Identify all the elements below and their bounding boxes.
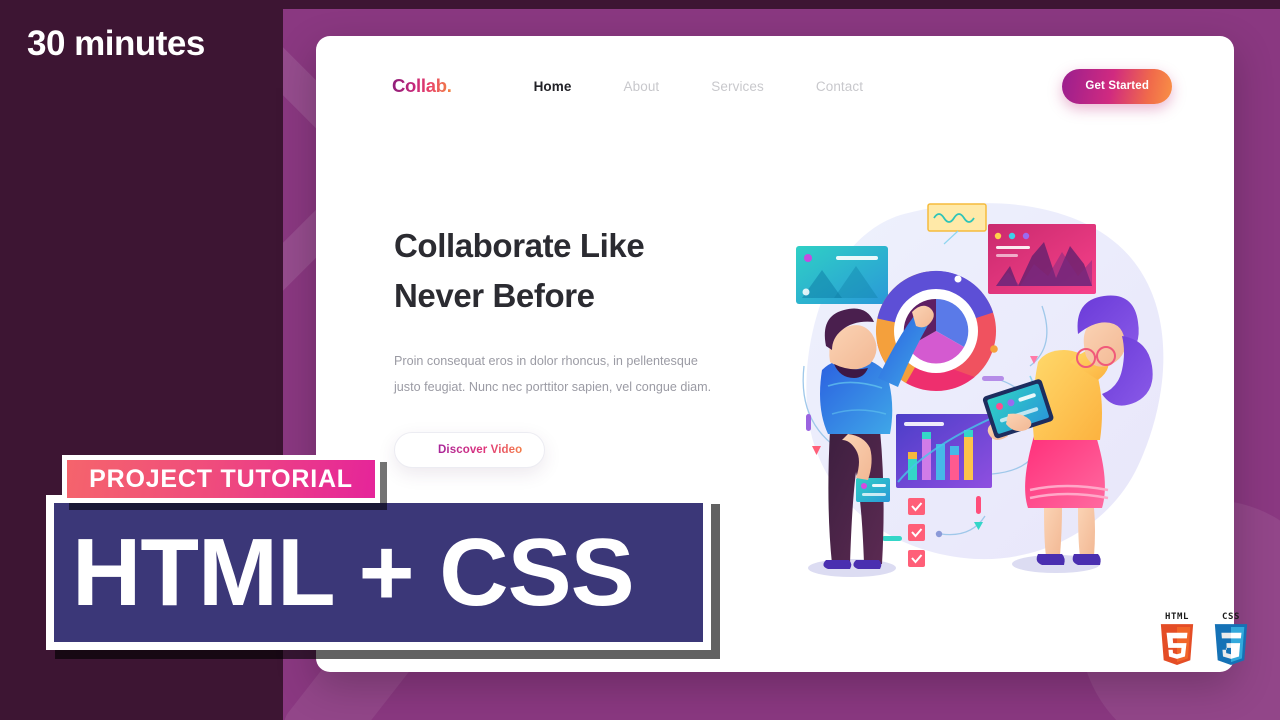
nav-link-services[interactable]: Services: [685, 79, 790, 94]
teal-dashboard-panel: [796, 246, 888, 304]
duration-badge-label: 30 minutes: [27, 24, 205, 63]
nav-link-home[interactable]: Home: [508, 79, 598, 94]
hero-text-block: Collaborate Like Never Before Proin cons…: [394, 221, 744, 468]
css3-shield-icon: [1214, 624, 1248, 665]
nav-link-about[interactable]: About: [598, 79, 686, 94]
checklist: [908, 498, 925, 567]
css3-logo: CSS: [1212, 612, 1250, 668]
play-icon: [411, 441, 428, 458]
squiggle-card: [927, 203, 987, 232]
discover-video-button[interactable]: Discover Video: [394, 431, 546, 468]
html5-shield-icon: [1160, 624, 1194, 665]
get-started-button[interactable]: Get Started: [1062, 68, 1172, 104]
project-tutorial-badge: PROJECT TUTORIAL: [62, 455, 380, 503]
nav-link-contact[interactable]: Contact: [790, 79, 889, 94]
discover-video-label: Discover Video: [438, 443, 523, 456]
hero-paragraph: Proin consequat eros in dolor rhoncus, i…: [394, 354, 712, 394]
site-navbar: Collab. Home About Services Contact Get …: [316, 36, 1234, 136]
css3-logo-label: CSS: [1221, 612, 1241, 622]
hero-title-line-2: Never Before: [394, 277, 595, 315]
html5-logo-label: HTML: [1164, 612, 1190, 622]
bar-chart-panel: [896, 414, 993, 488]
handheld-card: [856, 478, 890, 502]
line-chart-panel: [988, 224, 1096, 294]
main-title-badge: HTML + CSS: [46, 495, 711, 650]
site-logo[interactable]: Collab.: [392, 75, 452, 97]
team-analytics-illustration: [786, 186, 1186, 606]
hero-title-line-1: Collaborate Like: [394, 227, 645, 264]
shadow-left: [808, 559, 896, 577]
nav-links: Home About Services Contact: [508, 79, 890, 94]
hero-title: Collaborate Like Never Before: [394, 221, 744, 321]
connector-dot: [935, 530, 943, 538]
html5-logo: HTML: [1158, 612, 1196, 668]
main-title-label: HTML + CSS: [72, 518, 635, 626]
tech-logos: HTML CSS: [1158, 612, 1250, 668]
project-tutorial-label: PROJECT TUTORIAL: [89, 464, 353, 493]
thumbnail-stage: Collab. Home About Services Contact Get …: [0, 0, 1280, 720]
duration-badge: 30 minutes: [0, 0, 283, 88]
